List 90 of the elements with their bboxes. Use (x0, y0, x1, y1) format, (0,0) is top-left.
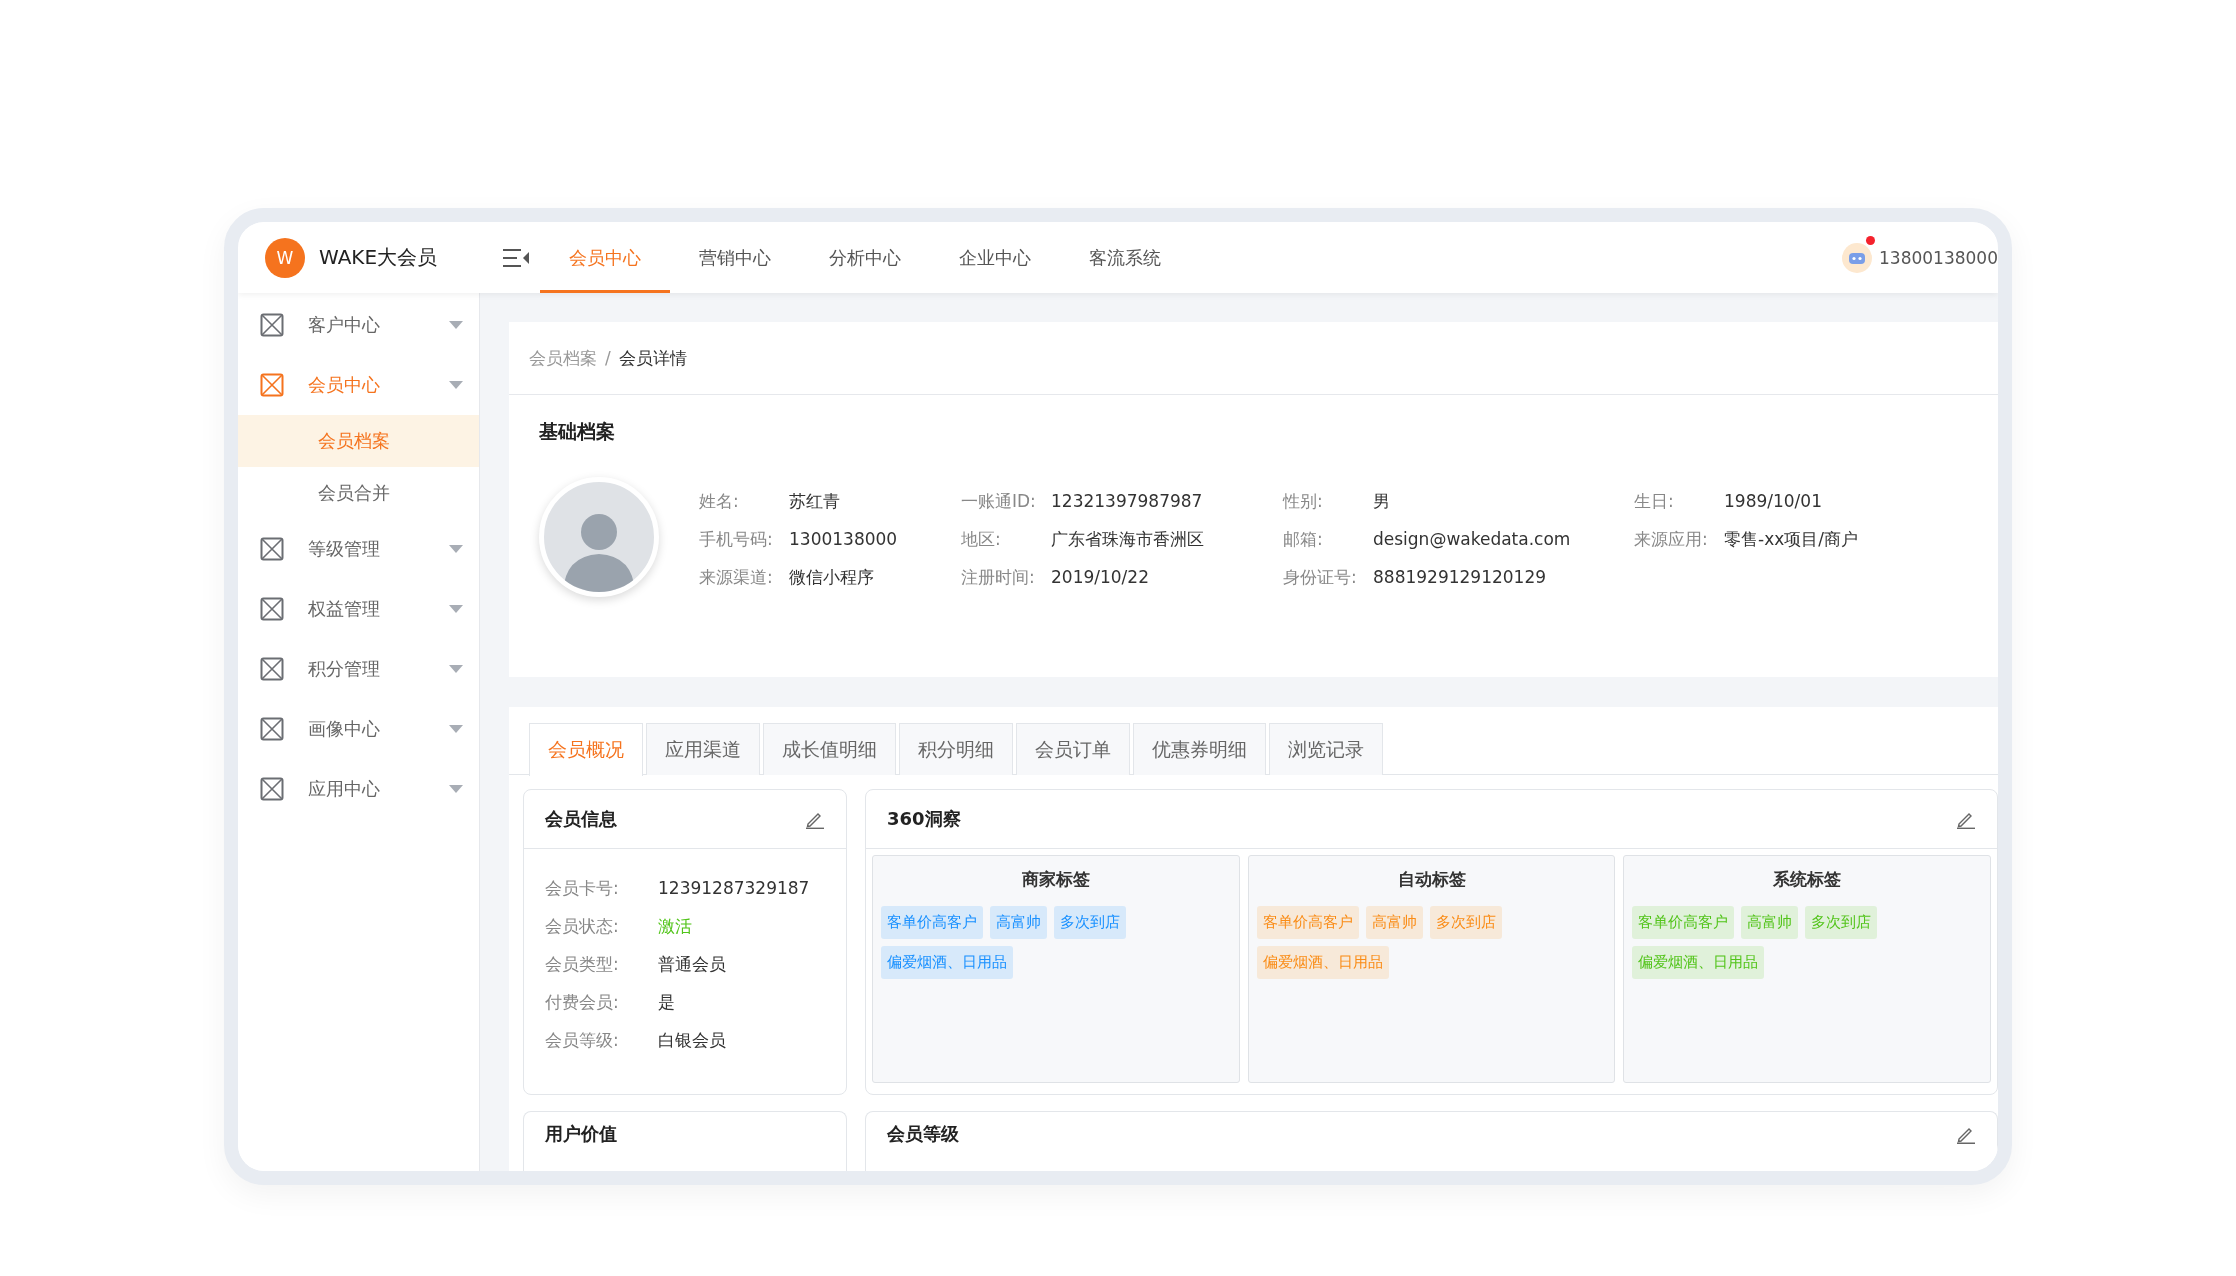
field-label: 姓名: (699, 490, 740, 513)
sidebar-item[interactable]: 等级管理 (238, 519, 479, 579)
sidebar-item[interactable]: 权益管理 (238, 579, 479, 639)
field-value: 1300138000 (789, 528, 898, 551)
status-value: 激活 (658, 914, 692, 938)
tab[interactable]: 会员订单 (1016, 723, 1130, 775)
tag: 客单价高客户 (881, 906, 983, 939)
field-value: 零售-xx项目/商户 (1724, 528, 1858, 551)
field-value: 12321397987987 (1051, 490, 1203, 513)
tag: 高富帅 (990, 906, 1047, 939)
field-label: 地区: (961, 528, 1002, 551)
tag: 高富帅 (1365, 906, 1423, 939)
field-value: 苏红青 (789, 490, 840, 513)
field-value: 男 (1373, 490, 1390, 513)
field-value: 12391287329187 (658, 878, 810, 898)
tag: 客单价高客户 (1256, 906, 1359, 939)
tab[interactable]: 浏览记录 (1269, 723, 1383, 775)
tag: 高富帅 (1741, 906, 1799, 939)
menu-icon[interactable] (503, 247, 529, 268)
placeholder-icon (260, 717, 284, 741)
field-value: 普通会员 (658, 952, 726, 976)
placeholder-icon (260, 777, 284, 801)
field-label: 一账通ID: (961, 490, 1037, 513)
nav-tab[interactable]: 营销中心 (670, 222, 800, 293)
caret-icon (449, 321, 463, 329)
field-value: 广东省珠海市香洲区 (1051, 528, 1204, 551)
field-value: 1989/10/01 (1724, 490, 1822, 513)
sidebar-item[interactable]: 画像中心 (238, 699, 479, 759)
tab[interactable]: 成长值明细 (763, 723, 896, 775)
caret-icon (449, 545, 463, 553)
nav-tab[interactable]: 分析中心 (800, 222, 930, 293)
field-label: 手机号码: (699, 528, 774, 551)
caret-icon (449, 725, 463, 733)
field-label: 性别: (1283, 490, 1324, 513)
field-label: 会员状态: (545, 914, 620, 938)
placeholder-icon (260, 373, 284, 397)
tag: 偏爱烟酒、日用品 (1256, 946, 1389, 979)
field-value: 是 (658, 990, 675, 1014)
field-label: 会员等级: (545, 1028, 620, 1052)
panel-title: 自动标签 (1396, 868, 1467, 891)
placeholder-icon (260, 313, 284, 337)
field-value: 8881929129120129 (1373, 566, 1547, 589)
field-label: 会员卡号: (545, 876, 620, 900)
field-value: design@wakedata.com (1373, 528, 1571, 551)
field-label: 会员类型: (545, 952, 620, 976)
field-label: 身份证号: (1283, 566, 1358, 589)
tab[interactable]: 积分明细 (899, 723, 1013, 775)
tag: 多次到店 (1054, 906, 1126, 939)
field-label: 付费会员: (545, 990, 620, 1014)
app-name: WAKE大会员 (319, 244, 438, 271)
field-value: 白银会员 (658, 1028, 726, 1052)
user-phone[interactable]: 13800138000 (1879, 247, 1998, 268)
tag: 偏爱烟酒、日用品 (1632, 946, 1765, 979)
placeholder-icon (260, 597, 284, 621)
placeholder-icon (260, 537, 284, 561)
placeholder-icon (260, 657, 284, 681)
field-label: 邮箱: (1283, 528, 1324, 551)
card-title: 基础档案 (539, 419, 616, 444)
card-title: 会员信息 (545, 807, 617, 831)
field-value: 微信小程序 (789, 566, 874, 589)
sidebar-item[interactable]: 应用中心 (238, 759, 479, 819)
tag: 偏爱烟酒、日用品 (881, 946, 1013, 979)
field-label: 来源应用: (1634, 528, 1709, 551)
panel-title: 系统标签 (1772, 868, 1843, 891)
tab[interactable]: 应用渠道 (646, 723, 760, 775)
tab[interactable]: 优惠券明细 (1133, 723, 1266, 775)
robot-avatar-icon[interactable] (1841, 241, 1873, 274)
card-title: 360洞察 (887, 807, 961, 831)
caret-icon (449, 785, 463, 793)
field-label: 来源渠道: (699, 566, 774, 589)
tag: 多次到店 (1429, 906, 1502, 939)
logo: W (265, 237, 305, 278)
tag: 客单价高客户 (1632, 906, 1735, 939)
sidebar-subitem[interactable]: 会员合并 (238, 467, 479, 519)
tag: 多次到店 (1805, 906, 1878, 939)
card-title: 用户价值 (545, 1122, 617, 1146)
sidebar-item[interactable]: 积分管理 (238, 639, 479, 699)
caret-icon (449, 665, 463, 673)
nav-tab[interactable]: 企业中心 (930, 222, 1060, 293)
field-label: 生日: (1634, 490, 1675, 513)
breadcrumb-current: 会员详情 (618, 346, 687, 370)
field-label: 注册时间: (961, 566, 1036, 589)
breadcrumb-separator: / (605, 348, 611, 368)
caret-icon (449, 381, 463, 389)
sidebar-item[interactable]: 客户中心 (238, 295, 479, 355)
card-title: 会员等级 (887, 1122, 959, 1146)
nav-tab[interactable]: 客流系统 (1060, 222, 1190, 293)
field-value: 2019/10/22 (1051, 566, 1149, 589)
caret-icon (449, 605, 463, 613)
panel-title: 商家标签 (1020, 868, 1091, 891)
